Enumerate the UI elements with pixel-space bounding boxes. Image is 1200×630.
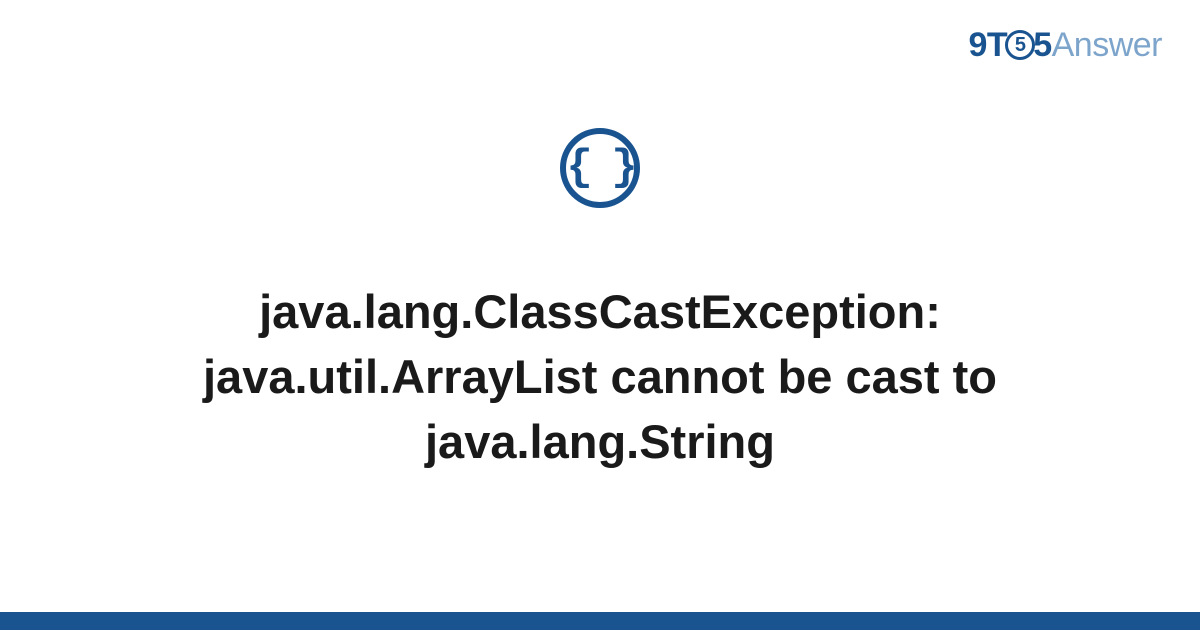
main-content: { } java.lang.ClassCastException: java.u…	[0, 128, 1200, 475]
logo-text-9t: 9T	[969, 26, 1008, 64]
category-icon-circle: { }	[560, 128, 640, 208]
logo-text-answer: Answer	[1052, 26, 1162, 64]
footer-accent-bar	[0, 612, 1200, 630]
code-braces-icon: { }	[566, 146, 633, 190]
question-title: java.lang.ClassCastException: java.util.…	[140, 280, 1060, 475]
site-logo: 9T55Answer	[969, 26, 1162, 65]
logo-text-5: 5	[1033, 26, 1051, 64]
logo-clock-icon: 5	[1005, 30, 1035, 60]
logo-clock-inner: 5	[1015, 35, 1026, 55]
